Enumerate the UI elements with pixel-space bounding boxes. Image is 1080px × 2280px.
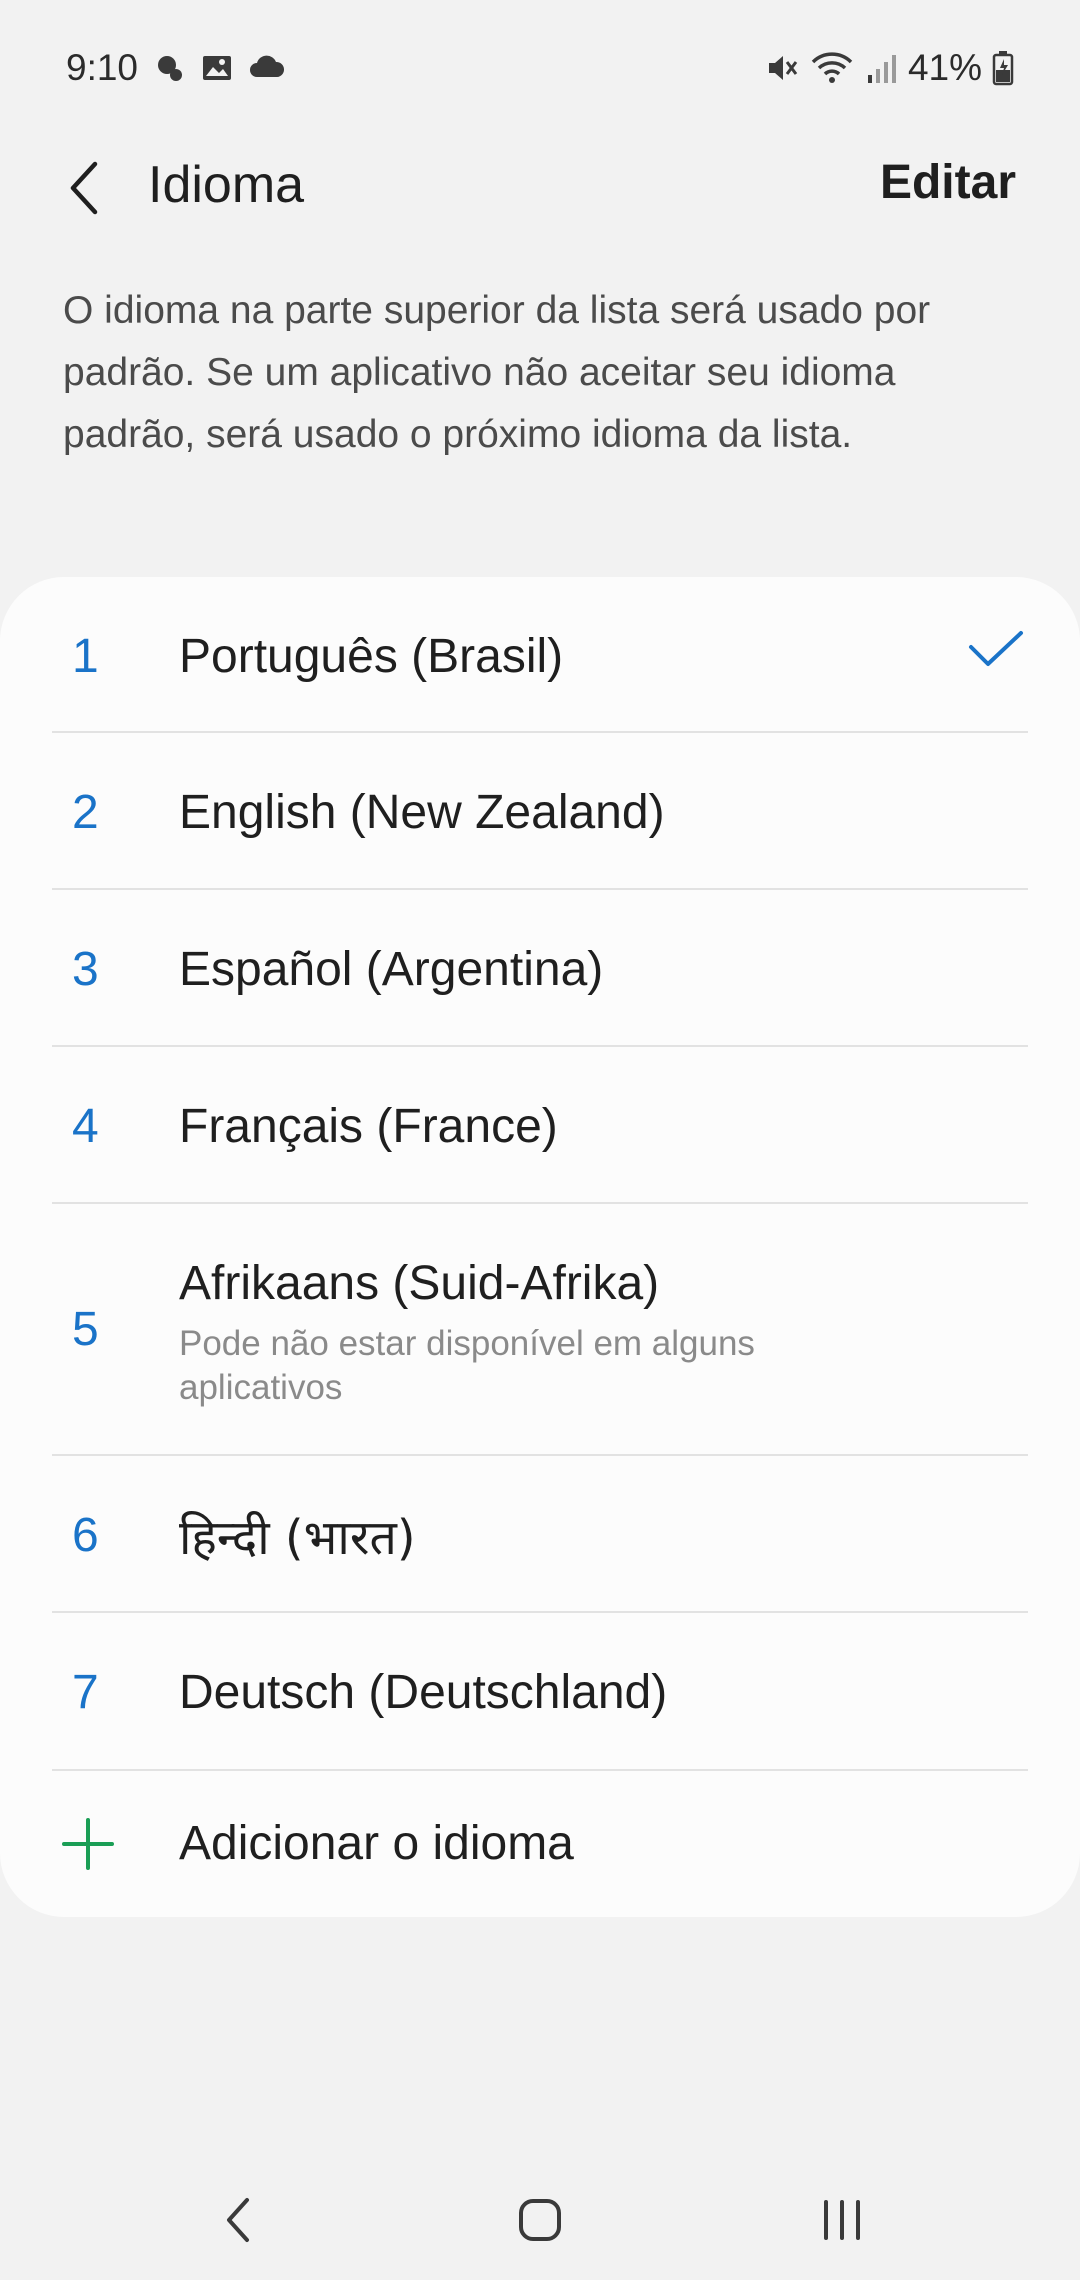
battery-icon bbox=[992, 50, 1014, 86]
language-label: Afrikaans (Suid-Afrika) bbox=[179, 1257, 660, 1310]
chevron-left-icon bbox=[70, 161, 98, 215]
status-bar: 9:10 41% bbox=[0, 0, 1080, 135]
navigation-bar bbox=[0, 2160, 1080, 2280]
app-header: Idioma Editar bbox=[0, 135, 1080, 240]
language-rank: 6 bbox=[72, 1509, 99, 1562]
recents-icon bbox=[824, 2200, 860, 2240]
back-button[interactable] bbox=[50, 153, 120, 223]
language-item-3[interactable]: 3 Español (Argentina) bbox=[52, 890, 1028, 1047]
nav-recents-button[interactable] bbox=[802, 2190, 882, 2250]
language-rank: 7 bbox=[72, 1666, 99, 1719]
language-rank: 5 bbox=[72, 1303, 99, 1356]
plus-icon bbox=[62, 1818, 114, 1875]
page-title: Idioma bbox=[148, 156, 305, 214]
battery-percent: 41% bbox=[907, 46, 982, 88]
signal-icon bbox=[864, 51, 898, 85]
language-rank: 3 bbox=[72, 943, 99, 996]
add-language-label: Adicionar o idioma bbox=[179, 1817, 574, 1870]
language-rank: 1 bbox=[72, 630, 99, 683]
gallery-icon bbox=[200, 51, 234, 85]
language-list-card: 1 Português (Brasil) 2 English (New Zeal… bbox=[0, 577, 1080, 1917]
wifi-icon bbox=[810, 50, 854, 86]
language-item-2[interactable]: 2 English (New Zealand) bbox=[52, 733, 1028, 890]
language-label: हिन्दी (भारत) bbox=[179, 1510, 416, 1566]
language-item-4[interactable]: 4 Français (France) bbox=[52, 1047, 1028, 1204]
check-icon bbox=[968, 629, 1024, 674]
add-language-button[interactable]: Adicionar o idioma bbox=[52, 1771, 1028, 1917]
language-availability-note: Pode não estar disponível em alguns apli… bbox=[179, 1324, 755, 1407]
language-item-6[interactable]: 6 हिन्दी (भारत) bbox=[52, 1456, 1028, 1613]
language-item-7[interactable]: 7 Deutsch (Deutschland) bbox=[52, 1613, 1028, 1771]
language-label: Français (France) bbox=[179, 1100, 558, 1153]
cloud-icon bbox=[248, 53, 286, 83]
language-label: English (New Zealand) bbox=[179, 786, 665, 839]
language-settings-screen: 9:10 41% Idioma Editar O idioma na parte… bbox=[0, 0, 1080, 2280]
nav-home-button[interactable] bbox=[500, 2190, 580, 2250]
status-time: 9:10 bbox=[66, 46, 139, 88]
edit-button[interactable]: Editar bbox=[880, 155, 1016, 210]
mute-icon bbox=[764, 50, 800, 86]
back-icon bbox=[227, 2198, 249, 2242]
language-label: Deutsch (Deutschland) bbox=[179, 1666, 668, 1719]
language-rank: 4 bbox=[72, 1100, 99, 1153]
language-label: Português (Brasil) bbox=[179, 630, 564, 683]
nav-back-button[interactable] bbox=[198, 2190, 278, 2250]
language-item-5[interactable]: 5 Afrikaans (Suid-Afrika) Pode não estar… bbox=[52, 1204, 1028, 1456]
home-icon bbox=[519, 2199, 561, 2241]
language-label: Español (Argentina) bbox=[179, 943, 604, 996]
notification-icon bbox=[152, 51, 186, 85]
language-item-1[interactable]: 1 Português (Brasil) bbox=[52, 577, 1028, 733]
description-text: O idioma na parte superior da lista será… bbox=[63, 289, 931, 456]
language-rank: 2 bbox=[72, 786, 99, 839]
